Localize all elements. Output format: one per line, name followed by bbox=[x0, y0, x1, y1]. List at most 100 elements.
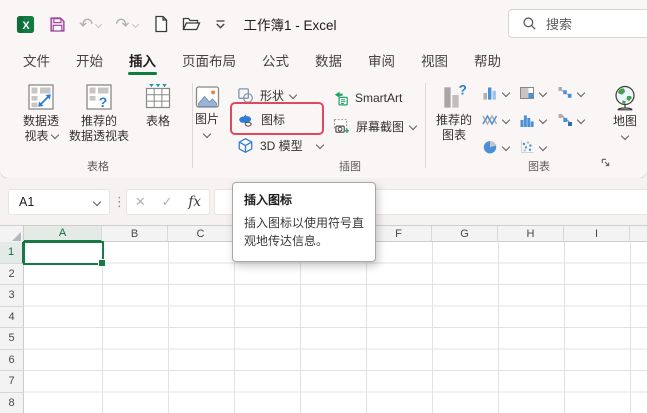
column-chart-icon bbox=[483, 87, 496, 100]
recommended-charts-button[interactable]: ? 推荐的 图表 bbox=[430, 82, 478, 143]
column-header-i[interactable]: I bbox=[564, 226, 630, 242]
column-header-g[interactable]: G bbox=[432, 226, 498, 242]
scatter-chart-icon bbox=[521, 140, 534, 153]
icons-button[interactable]: 图标 bbox=[237, 108, 285, 130]
pivot-table-label: 数据透 bbox=[22, 114, 59, 128]
chevron-down-icon bbox=[620, 131, 630, 141]
chevron-down-icon bbox=[538, 88, 548, 98]
chevron-down-icon bbox=[202, 129, 212, 139]
redo-button[interactable]: ↷ bbox=[115, 16, 139, 33]
formula-buttons: ✕ ✓ fx bbox=[126, 189, 210, 215]
chevron-down-icon bbox=[408, 121, 418, 131]
row-header-4[interactable]: 4 bbox=[0, 306, 24, 328]
pivot-table-button[interactable]: 数据透 视表 bbox=[14, 82, 68, 144]
name-box[interactable]: A1 bbox=[8, 189, 110, 215]
table-button[interactable]: 表格 bbox=[134, 82, 182, 129]
pictures-icon bbox=[195, 86, 219, 108]
insert-pie-chart-button[interactable] bbox=[482, 139, 511, 155]
recommended-pivot-label: 推荐的 bbox=[80, 114, 117, 128]
maps-globe-icon bbox=[615, 85, 635, 111]
tab-help[interactable]: 帮助 bbox=[461, 48, 514, 76]
recommended-pivot-button[interactable]: ? 推荐的 数据透视表 bbox=[66, 82, 132, 144]
smartart-icon bbox=[334, 91, 348, 106]
grid-horizontal-lines bbox=[24, 242, 647, 413]
insert-statistic-chart-button[interactable] bbox=[519, 112, 548, 128]
row-header-8[interactable]: 8 bbox=[0, 392, 24, 413]
tab-insert[interactable]: 插入 bbox=[116, 48, 169, 76]
screenshot-button[interactable]: 屏幕截图 bbox=[332, 115, 418, 137]
shapes-label: 形状 bbox=[260, 88, 285, 103]
undo-button[interactable]: ↶ bbox=[79, 16, 103, 33]
tooltip-title: 插入图标 bbox=[244, 193, 293, 207]
svg-text:X: X bbox=[22, 19, 30, 31]
3d-models-button[interactable]: 3D 模型 bbox=[237, 134, 324, 156]
enter-button[interactable]: ✓ bbox=[162, 194, 173, 210]
ribbon: 数据透 视表 ? 推荐的 数据透视表 表格 表格 图片 形状 图标 3D 模型 … bbox=[0, 76, 647, 179]
excel-logo-icon: X bbox=[16, 15, 35, 34]
tab-review[interactable]: 审阅 bbox=[355, 48, 408, 76]
row-header-2[interactable]: 2 bbox=[0, 263, 24, 285]
column-header-h[interactable]: H bbox=[498, 226, 564, 242]
chevron-down-icon bbox=[501, 142, 511, 152]
tab-view[interactable]: 视图 bbox=[408, 48, 461, 76]
screenshot-icon bbox=[333, 118, 349, 133]
row-header-7[interactable]: 7 bbox=[0, 371, 24, 393]
tooltip-body: 插入图标以使用符号直观地传达信息。 bbox=[244, 216, 365, 248]
search-label: 搜索 bbox=[546, 17, 573, 32]
row-header-3[interactable]: 3 bbox=[0, 285, 24, 307]
shapes-button[interactable]: 形状 bbox=[237, 84, 298, 106]
chevron-down-icon bbox=[538, 142, 548, 152]
smartart-label: SmartArt bbox=[355, 91, 403, 105]
new-file-button[interactable] bbox=[153, 15, 169, 33]
smartart-button[interactable]: SmartArt bbox=[332, 87, 402, 109]
table-label: 表格 bbox=[145, 114, 170, 128]
insert-waterfall-chart-button[interactable] bbox=[557, 85, 586, 101]
redo-dropdown-icon[interactable] bbox=[131, 20, 139, 28]
insert-line-chart-button[interactable] bbox=[482, 112, 511, 128]
charts-dialog-launcher[interactable] bbox=[600, 155, 611, 173]
tab-home[interactable]: 开始 bbox=[63, 48, 116, 76]
pivot-table-icon bbox=[28, 84, 54, 110]
row-header-6[interactable]: 6 bbox=[0, 349, 24, 371]
tab-data[interactable]: 数据 bbox=[302, 48, 355, 76]
recommended-pivot-icon: ? bbox=[86, 84, 112, 110]
insert-function-button[interactable]: fx bbox=[188, 194, 201, 210]
chevron-down-icon bbox=[576, 115, 586, 125]
pictures-button[interactable]: 图片 bbox=[186, 84, 228, 139]
open-file-button[interactable] bbox=[182, 16, 201, 32]
save-button[interactable] bbox=[49, 16, 66, 33]
search-icon bbox=[523, 17, 536, 30]
group-label-tables: 表格 bbox=[87, 161, 109, 173]
histogram-chart-icon bbox=[520, 115, 534, 127]
row-header-1[interactable]: 1 bbox=[0, 242, 24, 264]
fill-handle[interactable] bbox=[98, 259, 106, 267]
insert-column-chart-button[interactable] bbox=[482, 85, 511, 101]
icons-tooltip: 插入图标 插入图标以使用符号直观地传达信息。 bbox=[232, 182, 376, 262]
row-header-5[interactable]: 5 bbox=[0, 328, 24, 350]
cancel-button[interactable]: ✕ bbox=[135, 194, 146, 210]
chevron-down-icon bbox=[288, 90, 298, 100]
tab-file[interactable]: 文件 bbox=[10, 48, 63, 76]
window-title: 工作簿1 - Excel bbox=[243, 18, 337, 33]
chevron-down-icon bbox=[92, 197, 102, 207]
undo-dropdown-icon[interactable] bbox=[95, 20, 103, 28]
qat-overflow-button[interactable] bbox=[215, 19, 226, 30]
tab-formulas[interactable]: 公式 bbox=[249, 48, 302, 76]
column-header-c[interactable]: C bbox=[168, 226, 234, 242]
insert-scatter-chart-button[interactable] bbox=[519, 139, 548, 155]
insert-combo-chart-button[interactable] bbox=[557, 112, 586, 128]
svg-text:?: ? bbox=[458, 83, 466, 98]
maps-button[interactable]: 地图 bbox=[607, 84, 643, 141]
select-all-corner[interactable] bbox=[0, 226, 24, 242]
group-separator bbox=[425, 83, 426, 168]
formula-bar-separator: ⋮ bbox=[113, 194, 126, 209]
pie-chart-icon bbox=[483, 141, 497, 154]
svg-text:?: ? bbox=[99, 94, 108, 110]
column-header-a[interactable]: A bbox=[24, 226, 102, 242]
column-header-b[interactable]: B bbox=[102, 226, 168, 242]
search-box[interactable]: 搜索 bbox=[508, 9, 647, 38]
insert-hierarchy-chart-button[interactable] bbox=[519, 85, 548, 101]
tab-page-layout[interactable]: 页面布局 bbox=[169, 48, 249, 76]
column-header-partial[interactable] bbox=[630, 226, 647, 242]
selected-cell-a1[interactable] bbox=[23, 241, 106, 267]
